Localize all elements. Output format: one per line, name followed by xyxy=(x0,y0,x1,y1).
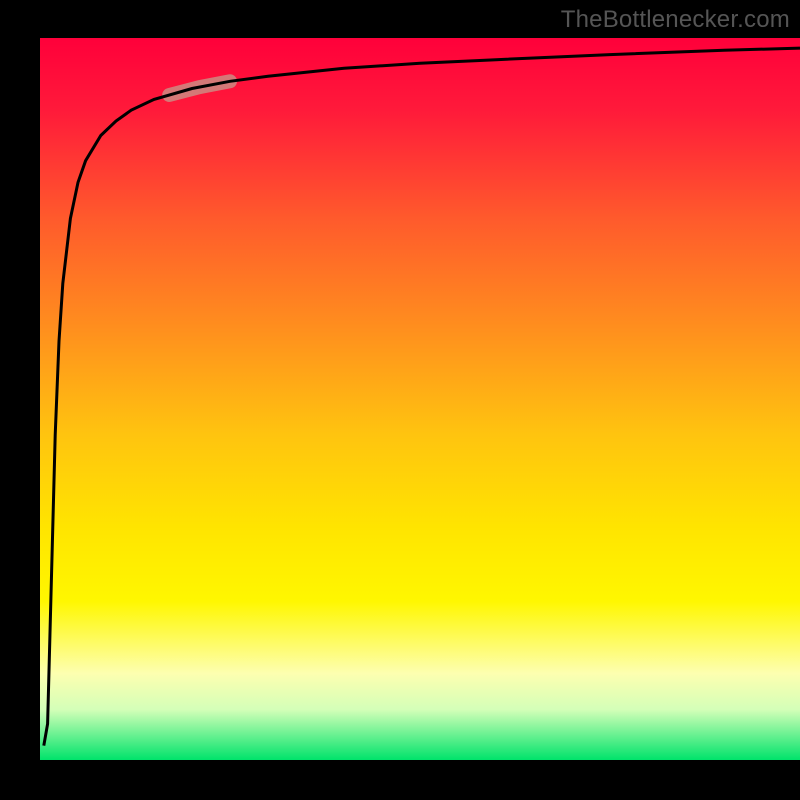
bottleneck-curve xyxy=(44,48,800,746)
chart-canvas: TheBottlenecker.com xyxy=(0,0,800,800)
watermark-label: TheBottlenecker.com xyxy=(561,6,790,34)
curve-svg xyxy=(40,38,800,760)
